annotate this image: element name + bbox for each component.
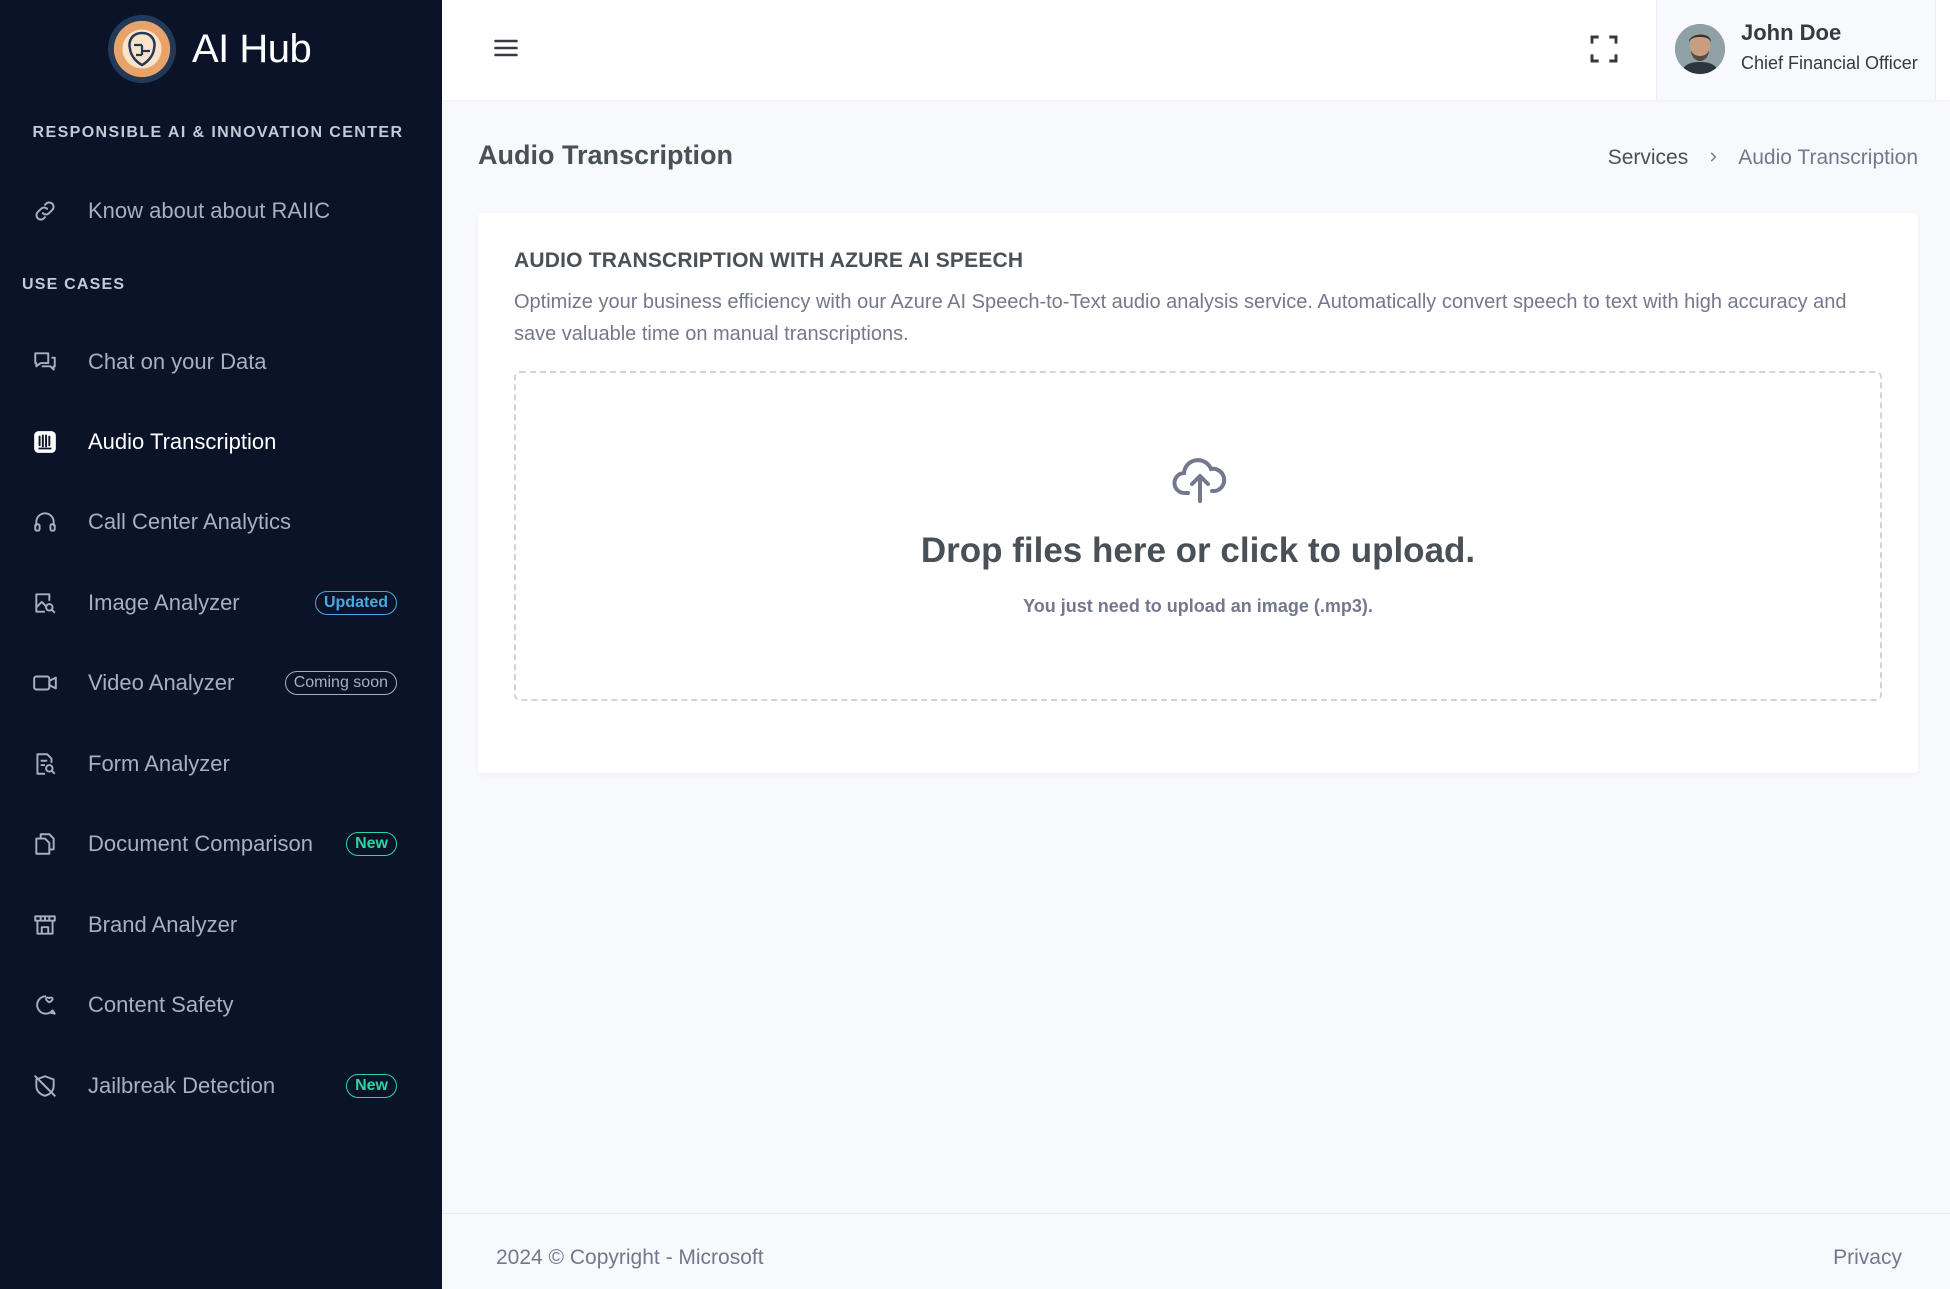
org-title: RESPONSIBLE AI & INNOVATION CENTER — [32, 124, 404, 141]
cloud-upload-icon — [1172, 458, 1227, 503]
image-search-icon — [30, 588, 60, 618]
link-icon — [30, 196, 60, 226]
transcription-card: AUDIO TRANSCRIPTION WITH AZURE AI SPEECH… — [478, 213, 1918, 773]
sidebar-item-label: Video Analyzer — [88, 670, 235, 695]
page-title: Audio Transcription — [478, 140, 734, 170]
chat-icon — [30, 347, 60, 377]
breadcrumb: Services Audio Transcription — [1608, 146, 1918, 170]
fullscreen-icon — [1590, 35, 1618, 63]
dropzone-subtitle: You just need to upload an image (.mp3). — [1023, 596, 1373, 616]
sidebar-item-about-raiic[interactable]: Know about about RAIIC — [0, 183, 442, 239]
sidebar-item-brand-analyzer[interactable]: Brand Analyzer — [0, 897, 442, 953]
shield-off-icon — [30, 1071, 60, 1101]
sidebar-item-image-analyzer[interactable]: Image Analyzer Updated — [0, 575, 442, 631]
breadcrumb-current: Audio Transcription — [1738, 146, 1918, 169]
sidebar-item-label: Image Analyzer — [88, 590, 240, 615]
badge-updated: Updated — [315, 591, 397, 615]
app-root: AI Hub RESPONSIBLE AI & INNOVATION CENTE… — [0, 0, 1950, 1289]
breadcrumb-services-link[interactable]: Services — [1608, 146, 1689, 170]
sidebar-item-video-analyzer[interactable]: Video Analyzer Coming soon — [0, 655, 442, 711]
card-title: AUDIO TRANSCRIPTION WITH AZURE AI SPEECH — [514, 249, 1024, 272]
sidebar-item-form-analyzer[interactable]: Form Analyzer — [0, 736, 442, 792]
footer: 2024 © Copyright - Microsoft Privacy — [442, 1213, 1950, 1289]
badge-coming-soon: Coming soon — [284, 671, 397, 695]
sidebar-item-label: Document Comparison — [88, 831, 313, 856]
avatar — [1675, 24, 1725, 74]
privacy-link[interactable]: Privacy — [1833, 1246, 1902, 1270]
sidebar-item-label: Brand Analyzer — [88, 912, 238, 937]
sidebar-item-audio-transcription[interactable]: Audio Transcription — [0, 414, 442, 470]
app-name: AI Hub — [192, 26, 312, 71]
user-name: John Doe — [1741, 20, 1842, 45]
form-search-icon — [30, 749, 60, 779]
headset-icon — [30, 507, 60, 537]
audio-icon — [30, 427, 60, 457]
sidebar-item-label: Content Safety — [88, 992, 234, 1017]
user-role: Chief Financial Officer — [1741, 53, 1918, 73]
sidebar-item-content-safety[interactable]: Content Safety — [0, 977, 442, 1033]
sidebar-item-call-center-analytics[interactable]: Call Center Analytics — [0, 494, 442, 550]
documents-icon — [30, 829, 60, 859]
sidebar-item-document-comparison[interactable]: Document Comparison New — [0, 816, 442, 872]
chat-heart-icon — [30, 990, 60, 1020]
hamburger-icon — [494, 39, 518, 57]
sidebar-item-label: Jailbreak Detection — [88, 1073, 276, 1098]
sidebar-item-label: Audio Transcription — [88, 429, 277, 454]
file-dropzone[interactable]: Drop files here or click to upload. You … — [514, 371, 1882, 701]
video-camera-icon — [30, 668, 60, 698]
storefront-icon — [30, 910, 60, 940]
badge-new: New — [346, 1074, 397, 1098]
chevron-right-icon — [1706, 147, 1720, 170]
menu-toggle-button[interactable] — [492, 34, 520, 62]
sidebar-item-jailbreak-detection[interactable]: Jailbreak Detection New — [0, 1058, 442, 1114]
dropzone-title: Drop files here or click to upload. — [920, 531, 1476, 570]
user-menu[interactable]: John Doe Chief Financial Officer — [1656, 0, 1936, 100]
sidebar-item-chat-on-your-data[interactable]: Chat on your Data — [0, 334, 442, 390]
sidebar: AI Hub RESPONSIBLE AI & INNOVATION CENTE… — [0, 0, 442, 1289]
topbar: John Doe Chief Financial Officer — [442, 0, 1950, 100]
section-title-use-cases: USE CASES — [22, 276, 126, 293]
sidebar-item-label: Call Center Analytics — [88, 509, 291, 534]
logo[interactable]: AI Hub — [108, 15, 312, 83]
sidebar-item-label: Chat on your Data — [88, 349, 267, 374]
sidebar-item-label: Know about about RAIIC — [88, 198, 331, 223]
footer-copyright: 2024 © Copyright - Microsoft — [496, 1246, 764, 1269]
badge-new: New — [346, 832, 397, 856]
fullscreen-button[interactable] — [1588, 33, 1620, 65]
sidebar-item-label: Form Analyzer — [88, 751, 230, 776]
brain-logo-icon — [108, 15, 176, 83]
card-description: Optimize your business efficiency with o… — [514, 291, 1847, 345]
